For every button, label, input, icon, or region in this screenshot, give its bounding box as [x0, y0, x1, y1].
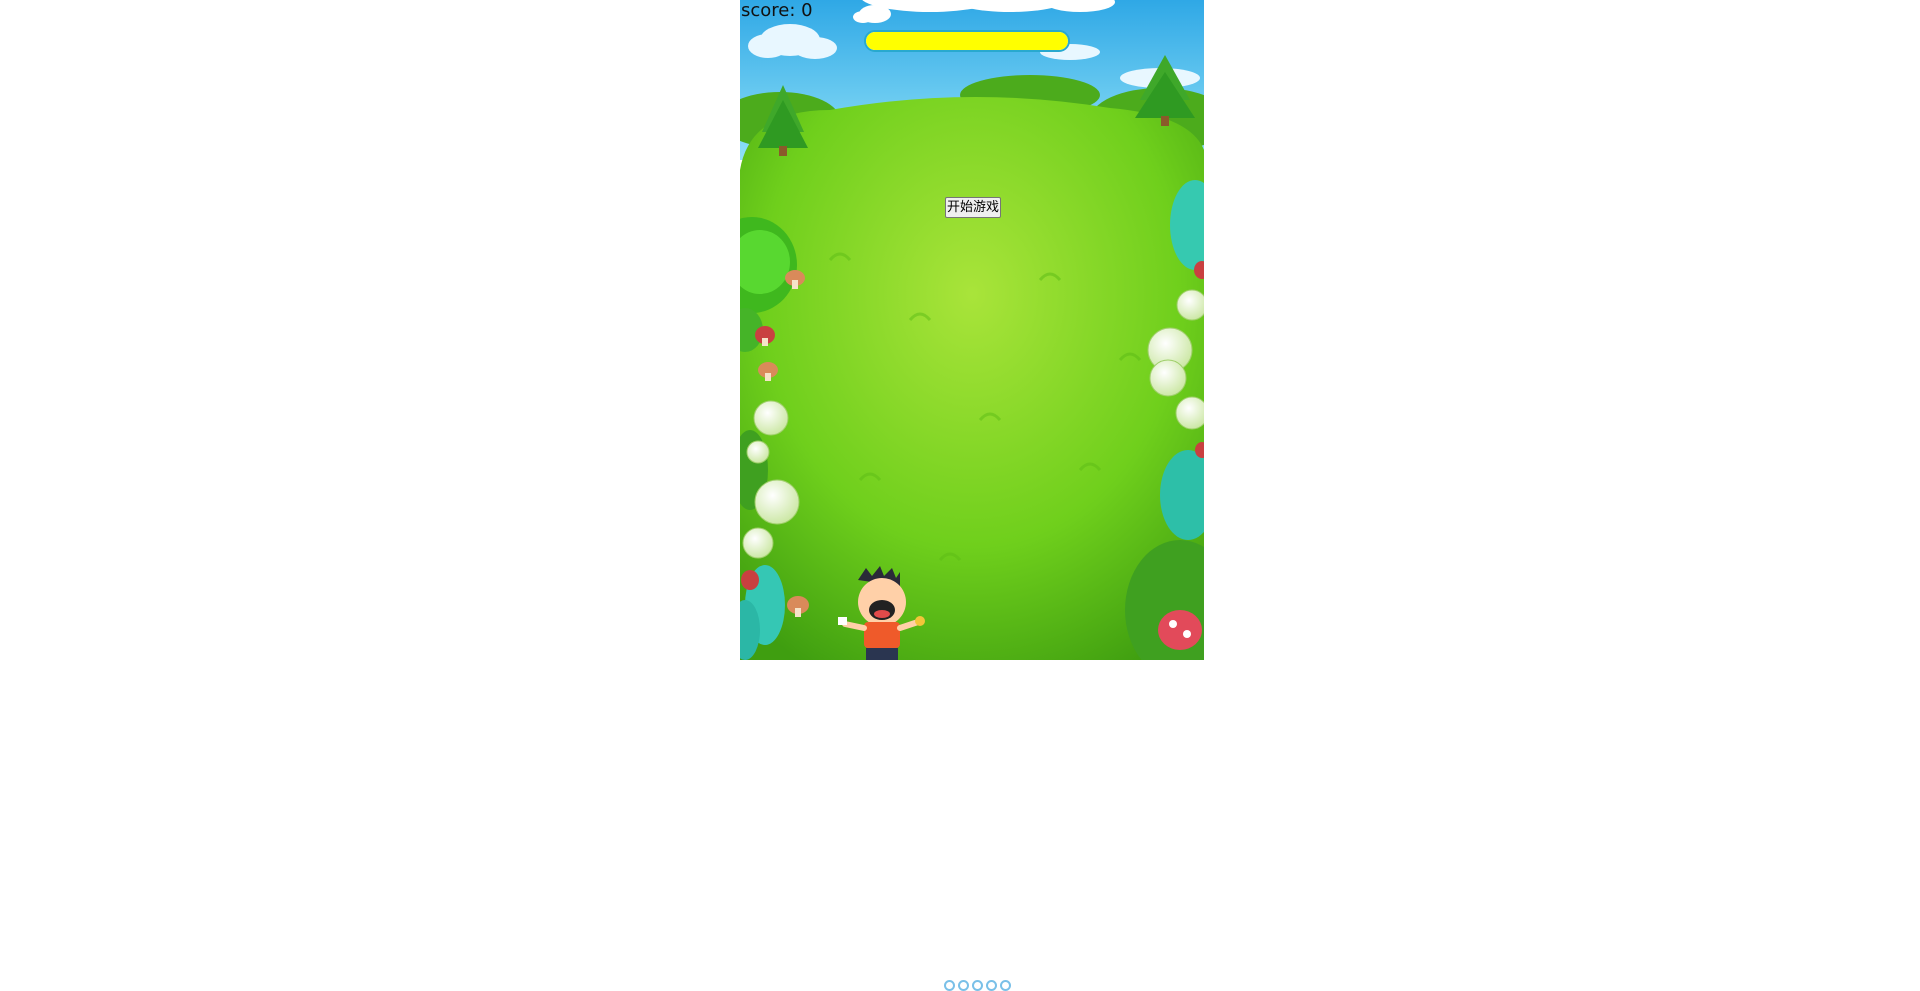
start-game-button[interactable]: 开始游戏 — [945, 197, 1001, 218]
loading-dot — [1000, 980, 1011, 991]
mushroom-icon — [1158, 610, 1202, 650]
timer-fill — [866, 32, 1068, 50]
timer-bar — [864, 30, 1070, 52]
loading-dot — [944, 980, 955, 991]
mushroom-icon — [741, 570, 759, 590]
loading-indicator — [944, 980, 1011, 991]
game-canvas[interactable] — [740, 0, 1204, 660]
player-shirt — [864, 622, 900, 648]
game-scene — [740, 0, 1204, 660]
score-label: score: — [741, 0, 796, 21]
loading-dot — [958, 980, 969, 991]
cloud-icon — [862, 0, 1115, 12]
score-value: 0 — [801, 0, 813, 21]
score-display: score: 0 — [741, 0, 813, 22]
loading-dot — [986, 980, 997, 991]
loading-dot — [972, 980, 983, 991]
